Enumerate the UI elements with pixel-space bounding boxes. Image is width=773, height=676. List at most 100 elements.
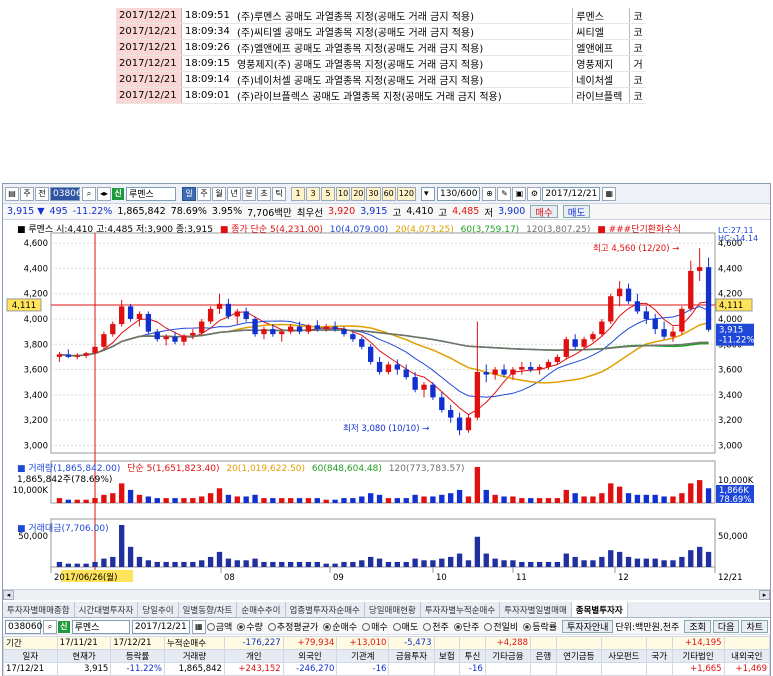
tab-item[interactable]: 투자자별일별매매 (500, 602, 572, 617)
chart-svg[interactable]: 4,600 4,6004,400 4,4004,200 4,2004,000 4,000… (3, 221, 770, 589)
period-from[interactable]: 17/11/21 (56, 636, 112, 650)
calendar-icon[interactable]: ▦ (602, 186, 617, 201)
minute-button[interactable]: 10 (336, 186, 351, 201)
news-row[interactable]: 2017/12/21 18:09:34 (주)씨티엘 공매도 과열종목 지정(공매도… (116, 23, 646, 40)
volume-bar (261, 498, 267, 503)
grid-cell: -16 (336, 662, 390, 676)
count-field[interactable]: 130/600 (437, 186, 481, 201)
radio-option[interactable]: 등락률 (523, 623, 557, 633)
radio-option[interactable]: 수량 (237, 623, 263, 633)
chart-type-button[interactable]: ▤ (5, 186, 19, 201)
radio-option[interactable]: 매수 (362, 623, 388, 633)
amount-bar (448, 556, 454, 567)
news-title[interactable]: (주)라이브플렉스 공매도 과열종목 지정(공매도 거래 금지 적용) (233, 87, 573, 104)
tab-item[interactable]: 업종별투자자순매수 (286, 602, 365, 617)
gear-icon[interactable]: ⚙ (527, 186, 542, 201)
news-title[interactable]: (주)씨티엘 공매도 과열종목 지정(공매도 거래 금지 적용) (233, 23, 573, 40)
next-button[interactable]: 다음 (712, 620, 740, 633)
scroll-right-arrow[interactable]: ▸ (759, 590, 770, 600)
radio-option[interactable]: 천주 (423, 623, 449, 633)
news-title[interactable]: (주)네이처셀 공매도 과열종목 지정(공매도 거래 금지 적용) (233, 71, 573, 88)
period-button[interactable]: 주 (197, 186, 211, 201)
radio-icon[interactable] (237, 623, 246, 631)
period-button[interactable]: 분 (242, 186, 256, 201)
candle-body (332, 326, 338, 330)
radio-icon[interactable] (523, 623, 532, 631)
tab-item[interactable]: 순매수추이 (237, 602, 286, 617)
radio-icon[interactable] (453, 623, 462, 631)
period-to[interactable]: 17/12/21 (110, 636, 165, 650)
stock-code-input[interactable]: 038060 (50, 186, 87, 201)
period-button[interactable]: 년 (227, 186, 241, 201)
sub-code-input[interactable]: 038060 (5, 619, 42, 634)
tab-item[interactable]: 일별동향/차트 (179, 602, 238, 617)
radio-icon[interactable] (423, 623, 432, 631)
radio-label: 천주 (432, 623, 449, 633)
radio-icon[interactable] (206, 623, 215, 631)
scroll-left-arrow[interactable]: ◂ (3, 590, 14, 600)
tab-item[interactable]: 투자자별누적순매수 (421, 602, 501, 617)
period-button[interactable]: 틱 (272, 186, 286, 201)
chart-scrollbar[interactable]: ◂ ▸ (3, 589, 770, 600)
sub-name-field[interactable]: 루멘스 (71, 619, 130, 634)
news-title[interactable]: (주)엘앤에프 공매도 과열종목 지정(공매도 거래 금지 적용) (233, 39, 573, 56)
tb-left-button-1[interactable]: 주 (20, 186, 34, 201)
minute-button[interactable]: 5 (321, 186, 335, 201)
radio-icon[interactable] (362, 623, 371, 631)
minute-button[interactable]: 3 (306, 186, 320, 201)
sell-button[interactable]: 매도 (562, 205, 591, 219)
radio-icon[interactable] (484, 623, 493, 631)
radio-option[interactable]: 단주 (453, 623, 479, 633)
news-title[interactable]: (주)루멘스 공매도 과열종목 지정(공매도 거래 금지 적용) (233, 8, 573, 24)
stock-name-field[interactable]: 루멘스 (126, 186, 176, 201)
tab-item[interactable]: 종목별투자자 (571, 602, 628, 617)
chart-button[interactable]: 차트 (741, 620, 768, 633)
period-button[interactable]: 일 (182, 186, 196, 201)
radio-icon[interactable] (323, 623, 332, 631)
minute-button[interactable]: 30 (366, 186, 381, 201)
search-icon[interactable]: ⌕ (82, 186, 96, 201)
nav-arrows-icon[interactable]: ◂▸ (97, 186, 111, 201)
minute-button[interactable]: 60 (381, 186, 396, 201)
minute-button[interactable]: 120 (396, 186, 417, 201)
radio-option[interactable]: 매도 (392, 623, 418, 633)
period-cell[interactable]: 기간 (3, 636, 58, 650)
table-row[interactable]: 17/12/21 3,915 -11.22% 1,865,842 +243,152 -24… (3, 662, 771, 676)
tab-item[interactable]: 투자자별매매종합 (3, 602, 75, 617)
news-stock: 영풍제지 (572, 55, 630, 72)
news-row[interactable]: 2017/12/21 18:09:01 (주)라이브플렉스 공매도 과열종목 지정(… (116, 87, 646, 104)
sub-date-field[interactable]: 2017/12/21 (131, 619, 190, 634)
save-icon[interactable]: ▣ (512, 186, 527, 201)
query-button[interactable]: 조회 (684, 620, 711, 633)
price-chart[interactable]: 4,600 4,600 4,400 4,400 4,200 4,200 4,000 4,000… (3, 221, 770, 589)
amount-bar (608, 550, 614, 567)
minute-button[interactable]: 1 (291, 186, 305, 201)
period-button[interactable]: 월 (212, 186, 226, 201)
radio-option[interactable]: 순매수 (323, 623, 357, 633)
tab-item[interactable]: 시간대별투자자 (75, 602, 139, 617)
chart-date-field[interactable]: 2017/12/21 (542, 186, 601, 201)
guide-button[interactable]: 투자자안내 (562, 620, 614, 633)
news-row[interactable]: 2017/12/21 18:09:15 영풍제지(주) 공매도 과열종목 지정(공매… (116, 55, 646, 72)
zoom-icon[interactable]: ⊕ (482, 186, 497, 201)
radio-option[interactable]: 금액 (206, 623, 232, 633)
news-row[interactable]: 2017/12/21 18:09:51 (주)루멘스 공매도 과열종목 지정(공매도… (116, 8, 646, 24)
tool-icon[interactable]: ✎ (497, 186, 512, 201)
radio-option[interactable]: 전일비 (484, 623, 518, 633)
buy-button[interactable]: 매수 (530, 205, 558, 219)
radio-icon[interactable] (267, 623, 276, 631)
sub-calendar-icon[interactable]: ▦ (191, 619, 206, 634)
tb-left-button-2[interactable]: 전 (35, 186, 49, 201)
news-row[interactable]: 2017/12/21 18:09:14 (주)네이처셀 공매도 과열종목 지정(공매… (116, 71, 646, 88)
period-combo[interactable]: ▾ (421, 186, 436, 201)
radio-option[interactable]: 추정평균가 (267, 623, 318, 633)
volume-bar (207, 493, 214, 503)
radio-icon[interactable] (392, 623, 401, 631)
tab-item[interactable]: 당일매매현황 (365, 602, 421, 617)
news-title[interactable]: 영풍제지(주) 공매도 과열종목 지정(공매도 거래 금지 적용) (233, 55, 573, 72)
minute-button[interactable]: 20 (351, 186, 366, 201)
period-button[interactable]: 초 (257, 186, 271, 201)
tab-item[interactable]: 당일추이 (138, 602, 179, 617)
news-row[interactable]: 2017/12/21 18:09:26 (주)엘앤에프 공매도 과열종목 지정(공매… (116, 39, 646, 56)
sub-search-icon[interactable]: ⌕ (43, 619, 57, 634)
